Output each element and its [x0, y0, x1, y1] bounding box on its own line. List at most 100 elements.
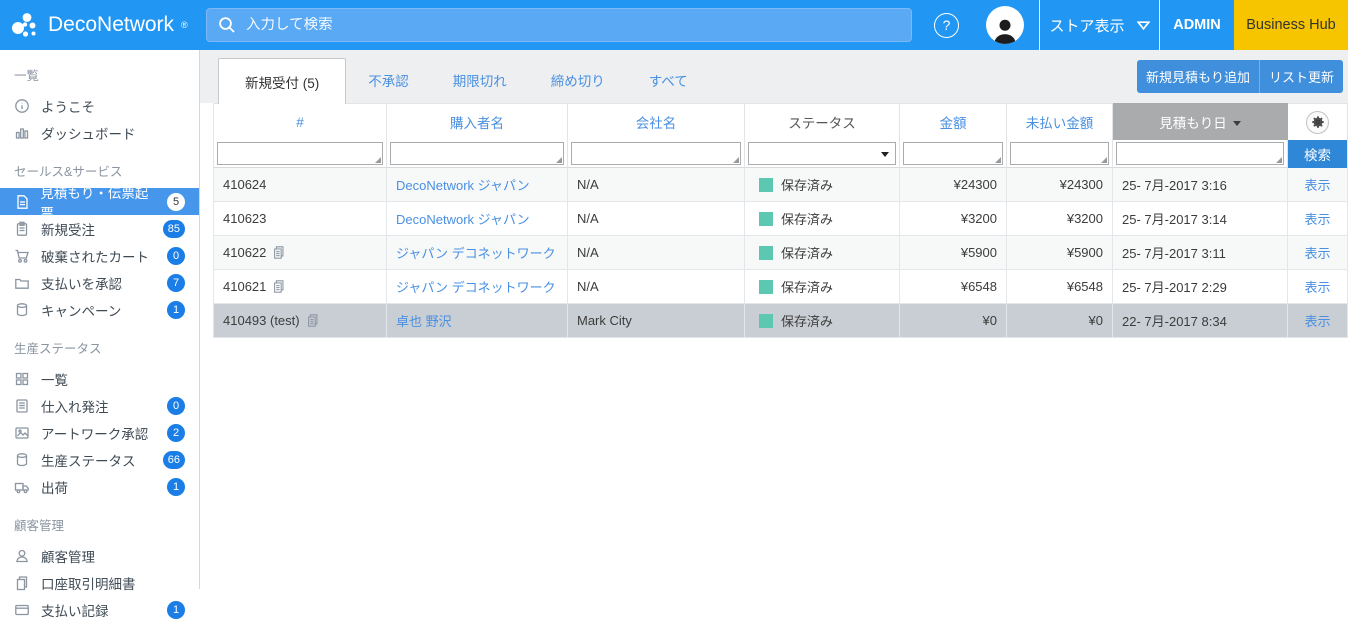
- sidebar-item[interactable]: 仕入れ発注0: [0, 392, 199, 419]
- table-row[interactable]: 410493 (test)卓也 野沢Mark City保存済み¥0¥022- 7…: [213, 304, 1348, 338]
- sidebar-item-label: ようこそ: [41, 96, 95, 116]
- brand-logo[interactable]: DecoNetwork ®: [0, 10, 200, 41]
- status-cell: 保存済み: [745, 236, 900, 270]
- view-link[interactable]: 表示: [1304, 243, 1330, 262]
- status-cell: 保存済み: [745, 304, 900, 338]
- search-button[interactable]: 検索: [1288, 140, 1347, 168]
- view-cell: 表示: [1288, 236, 1348, 270]
- sidebar-item[interactable]: 支払い記録1: [0, 596, 199, 623]
- store-view-label: ストア表示: [1049, 15, 1124, 36]
- buyer-cell: ジャパン デコネットワーク: [387, 270, 568, 304]
- sidebar-item[interactable]: ようこそ: [0, 92, 199, 119]
- amount-cell: ¥6548: [900, 270, 1007, 304]
- column-header[interactable]: 会社名: [568, 103, 745, 140]
- info-icon: [14, 97, 31, 114]
- buyer-link[interactable]: ジャパン デコネットワーク: [396, 243, 556, 262]
- filter-cell: [1113, 140, 1288, 168]
- sidebar-item[interactable]: 見積もり・伝票起票5: [0, 188, 199, 215]
- sidebar-item[interactable]: 出荷1: [0, 473, 199, 500]
- column-header-label: ステータス: [788, 112, 856, 132]
- sidebar-item-label: 一覧: [41, 369, 68, 389]
- resize-grip-icon[interactable]: [556, 157, 562, 163]
- tab[interactable]: 不承認: [346, 57, 431, 103]
- tab[interactable]: すべて: [627, 57, 710, 103]
- sidebar-item[interactable]: 支払いを承認7: [0, 269, 199, 296]
- column-header[interactable]: 未払い金額: [1007, 103, 1113, 140]
- help-icon[interactable]: ?: [934, 13, 959, 38]
- view-link[interactable]: 表示: [1304, 277, 1330, 296]
- resize-grip-icon[interactable]: [1101, 157, 1107, 163]
- company-cell: N/A: [568, 168, 745, 202]
- filter-input[interactable]: [1010, 142, 1109, 165]
- sidebar-item[interactable]: アートワーク承認2: [0, 419, 199, 446]
- unpaid-amount-cell: ¥0: [1007, 304, 1113, 338]
- count-badge: 1: [167, 478, 185, 496]
- sidebar-item[interactable]: 顧客管理: [0, 542, 199, 569]
- tab[interactable]: 新規受付 (5): [218, 58, 346, 104]
- filter-input[interactable]: [903, 142, 1003, 165]
- view-link[interactable]: 表示: [1304, 175, 1330, 194]
- table-header-row: #購入者名 会社名 ステータス 金額未払い金額見積もり日: [213, 103, 1348, 140]
- table-row[interactable]: 410622ジャパン デコネットワークN/A保存済み¥5900¥590025- …: [213, 236, 1348, 270]
- sidebar-section-title: 一覧: [0, 50, 199, 92]
- resize-grip-icon[interactable]: [375, 157, 381, 163]
- buyer-link[interactable]: DecoNetwork ジャパン: [396, 175, 530, 194]
- column-header[interactable]: 金額: [900, 103, 1007, 140]
- buyer-link[interactable]: ジャパン デコネットワーク: [396, 277, 556, 296]
- filter-input[interactable]: [217, 142, 383, 165]
- resize-grip-icon[interactable]: [1276, 157, 1282, 163]
- sidebar-item[interactable]: 一覧: [0, 365, 199, 392]
- status-color-icon: [759, 314, 773, 328]
- copy-icon[interactable]: [306, 313, 320, 328]
- business-hub-button[interactable]: Business Hub: [1234, 0, 1348, 50]
- main-content: 新規受付 (5)不承認期限切れ締め切りすべて 新規見積もり追加 リスト更新 #購…: [200, 50, 1348, 589]
- view-link[interactable]: 表示: [1304, 209, 1330, 228]
- gear-icon[interactable]: [1306, 111, 1329, 134]
- sidebar-section: セールス&サービス見積もり・伝票起票5新規受注85破棄されたカート0支払いを承認…: [0, 146, 199, 323]
- resize-grip-icon[interactable]: [733, 157, 739, 163]
- sidebar-item-label: キャンペーン: [41, 300, 121, 320]
- resize-grip-icon[interactable]: [995, 157, 1001, 163]
- buyer-link[interactable]: DecoNetwork ジャパン: [396, 209, 530, 228]
- sidebar-item-label: 新規受注: [41, 219, 95, 239]
- column-header[interactable]: #: [213, 103, 387, 140]
- table-row[interactable]: 410621ジャパン デコネットワークN/A保存済み¥6548¥654825- …: [213, 270, 1348, 304]
- tab[interactable]: 締め切り: [529, 57, 627, 103]
- add-quote-button[interactable]: 新規見積もり追加: [1137, 60, 1260, 93]
- column-header-label: 会社名: [636, 112, 677, 132]
- copy-icon[interactable]: [272, 279, 286, 294]
- table-row[interactable]: 410624DecoNetwork ジャパンN/A保存済み¥24300¥2430…: [213, 168, 1348, 202]
- copy-icon[interactable]: [272, 245, 286, 260]
- status-color-icon: [759, 212, 773, 226]
- refresh-list-button[interactable]: リスト更新: [1260, 60, 1343, 93]
- admin-menu[interactable]: ADMIN: [1160, 0, 1234, 50]
- sidebar-item[interactable]: キャンペーン1: [0, 296, 199, 323]
- search-input[interactable]: [246, 17, 900, 33]
- buyer-link[interactable]: 卓也 野沢: [396, 311, 452, 330]
- sidebar-item[interactable]: 破棄されたカート0: [0, 242, 199, 269]
- amount-cell: ¥5900: [900, 236, 1007, 270]
- table-row[interactable]: 410623DecoNetwork ジャパンN/A保存済み¥3200¥32002…: [213, 202, 1348, 236]
- buyer-cell: 卓也 野沢: [387, 304, 568, 338]
- sidebar-item[interactable]: 口座取引明細書: [0, 569, 199, 596]
- view-link[interactable]: 表示: [1304, 311, 1330, 330]
- sidebar-item[interactable]: 生産ステータス66: [0, 446, 199, 473]
- sidebar-item[interactable]: ダッシュボード: [0, 119, 199, 146]
- tab[interactable]: 期限切れ: [431, 57, 529, 103]
- status-label: 保存済み: [781, 311, 833, 330]
- filter-input[interactable]: [1116, 142, 1284, 165]
- avatar[interactable]: [986, 6, 1024, 44]
- filter-input[interactable]: [571, 142, 741, 165]
- global-search[interactable]: [206, 8, 912, 42]
- company-cell: N/A: [568, 202, 745, 236]
- column-header-label: 未払い金額: [1026, 112, 1094, 132]
- store-view-menu[interactable]: ストア表示: [1039, 0, 1160, 50]
- toolbar: 新規見積もり追加 リスト更新: [1137, 60, 1343, 93]
- column-header[interactable]: 見積もり日: [1113, 103, 1288, 140]
- column-header[interactable]: ステータス: [745, 103, 900, 140]
- filter-input[interactable]: [390, 142, 564, 165]
- chevron-down-icon: [1137, 21, 1150, 30]
- search-cell: 検索: [1288, 140, 1348, 168]
- column-header[interactable]: 購入者名: [387, 103, 568, 140]
- status-filter-select[interactable]: [748, 142, 896, 165]
